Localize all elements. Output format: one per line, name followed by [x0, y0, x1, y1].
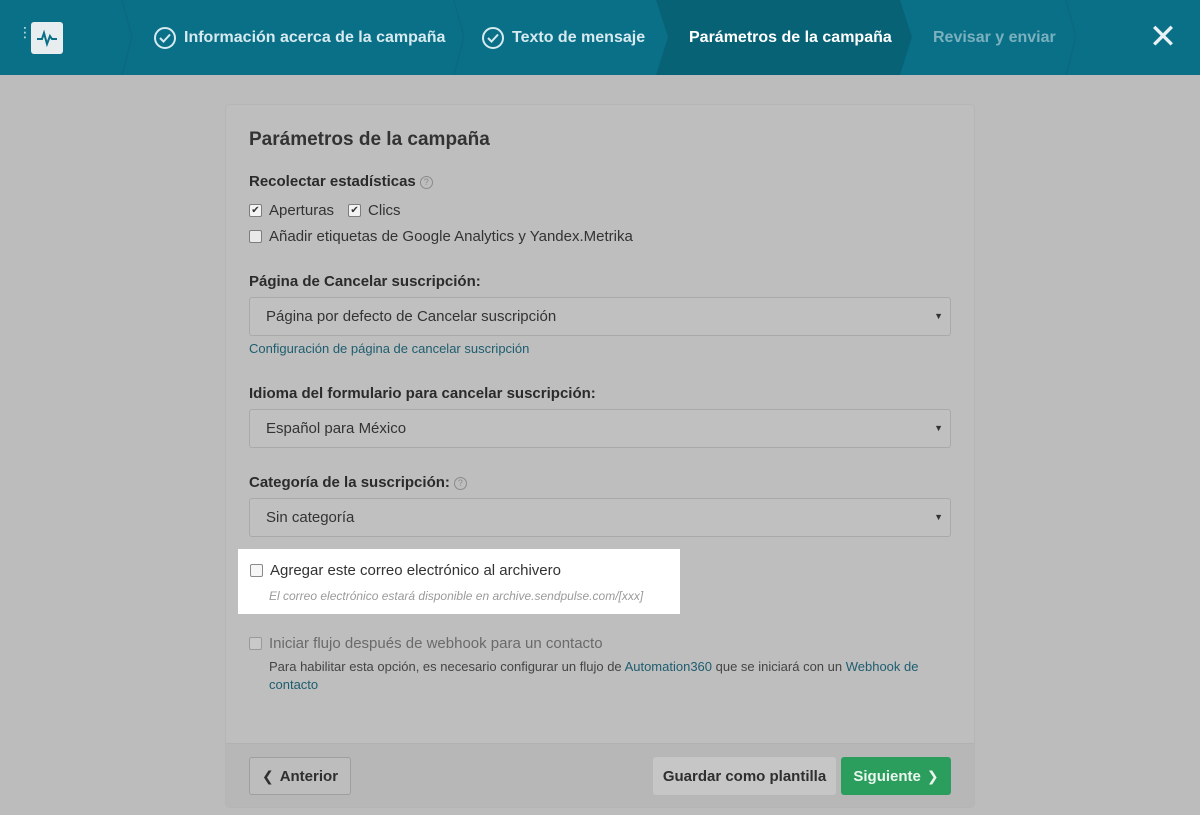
- step-label: Texto de mensaje: [512, 28, 646, 46]
- step-campaign-info[interactable]: Información acerca de la campaña: [154, 0, 445, 75]
- webhook-note: Para habilitar esta opción, es necesario…: [269, 658, 939, 694]
- step-label: Información acerca de la campaña: [184, 28, 446, 46]
- check-circle-icon: [154, 26, 176, 49]
- unsubscribe-lang-select[interactable]: Español para México ▼: [249, 409, 951, 448]
- webhook-note-prefix: Para habilitar esta opción, es necesario…: [269, 659, 625, 674]
- utm-checkbox[interactable]: [249, 230, 262, 243]
- close-icon[interactable]: ✕: [1148, 20, 1178, 54]
- webhook-row: Iniciar flujo después de webhook para un…: [249, 635, 603, 652]
- save-template-button[interactable]: Guardar como plantilla: [653, 757, 836, 795]
- archive-label[interactable]: Agregar este correo electrónico al archi…: [270, 562, 561, 579]
- chevron-left-icon: ❮: [261, 767, 274, 784]
- webhook-label: Iniciar flujo después de webhook para un…: [269, 635, 603, 652]
- stats-label-row: Recolectar estadísticas?: [249, 173, 433, 190]
- step-separator: [121, 0, 133, 75]
- webhook-checkbox[interactable]: [249, 637, 262, 650]
- category-select[interactable]: Sin categoría ▼: [249, 498, 951, 537]
- step-label: Parámetros de la campaña: [689, 28, 892, 46]
- archive-option-highlight: Agregar este correo electrónico al archi…: [238, 549, 680, 614]
- stats-checkboxes: ✔ Aperturas ✔ Clics: [249, 202, 401, 219]
- pulse-icon: [37, 29, 57, 47]
- webhook-note-middle: que se iniciará con un: [712, 659, 846, 674]
- caret-down-icon: ▼: [934, 423, 943, 433]
- select-value: Página por defecto de Cancelar suscripci…: [266, 308, 557, 325]
- previous-label: Anterior: [279, 767, 339, 785]
- help-icon[interactable]: ?: [453, 477, 467, 490]
- step-message-text[interactable]: Texto de mensaje: [482, 0, 645, 75]
- card-body: Parámetros de la campaña Recolectar esta…: [226, 105, 974, 743]
- wizard-topbar: ⋮ Información acerca de la campaña Texto…: [0, 0, 1200, 75]
- logo-icon[interactable]: [31, 22, 63, 54]
- caret-down-icon: ▼: [934, 311, 943, 321]
- caret-down-icon: ▼: [934, 512, 943, 522]
- chevron-right-icon: ❯: [926, 767, 939, 784]
- select-value: Sin categoría: [266, 509, 355, 526]
- unsubscribe-lang-label: Idioma del formulario para cancelar susc…: [249, 385, 596, 402]
- archive-row: Agregar este correo electrónico al archi…: [250, 562, 561, 579]
- automation360-link[interactable]: Automation360: [625, 659, 712, 674]
- step-label: Revisar y enviar: [933, 28, 1056, 46]
- stats-label: Recolectar estadísticas: [249, 173, 416, 190]
- campaign-params-card: Parámetros de la campaña Recolectar esta…: [226, 105, 974, 807]
- menu-dots-icon[interactable]: ⋮: [18, 25, 32, 39]
- next-button[interactable]: Siguiente ❯: [841, 757, 951, 795]
- utm-row: Añadir etiquetas de Google Analytics y Y…: [249, 228, 633, 245]
- opens-label[interactable]: Aperturas: [269, 202, 334, 219]
- step-separator: [1065, 0, 1077, 75]
- page-title: Parámetros de la campaña: [249, 129, 490, 150]
- check-circle-icon: [482, 26, 504, 49]
- clicks-checkbox[interactable]: ✔: [348, 204, 362, 217]
- category-label: Categoría de la suscripción:: [249, 474, 450, 491]
- card-footer: ❮ Anterior Guardar como plantilla Siguie…: [226, 743, 974, 807]
- archive-note: El correo electrónico estará disponible …: [269, 589, 644, 603]
- unsubscribe-config-link[interactable]: Configuración de página de cancelar susc…: [249, 341, 529, 356]
- step-separator: [453, 0, 465, 75]
- previous-button[interactable]: ❮ Anterior: [249, 757, 351, 795]
- category-label-row: Categoría de la suscripción:?: [249, 474, 467, 491]
- next-label: Siguiente: [853, 767, 921, 785]
- step-campaign-params[interactable]: Parámetros de la campaña: [689, 0, 892, 75]
- step-review-send[interactable]: Revisar y enviar: [933, 0, 1056, 75]
- archive-checkbox[interactable]: [250, 564, 263, 577]
- select-value: Español para México: [266, 420, 407, 437]
- unsubscribe-page-select[interactable]: Página por defecto de Cancelar suscripci…: [249, 297, 951, 336]
- help-icon[interactable]: ?: [419, 176, 433, 189]
- clicks-label[interactable]: Clics: [368, 202, 401, 219]
- utm-label[interactable]: Añadir etiquetas de Google Analytics y Y…: [269, 228, 633, 245]
- unsubscribe-page-label: Página de Cancelar suscripción:: [249, 273, 481, 290]
- opens-checkbox[interactable]: ✔: [249, 204, 262, 217]
